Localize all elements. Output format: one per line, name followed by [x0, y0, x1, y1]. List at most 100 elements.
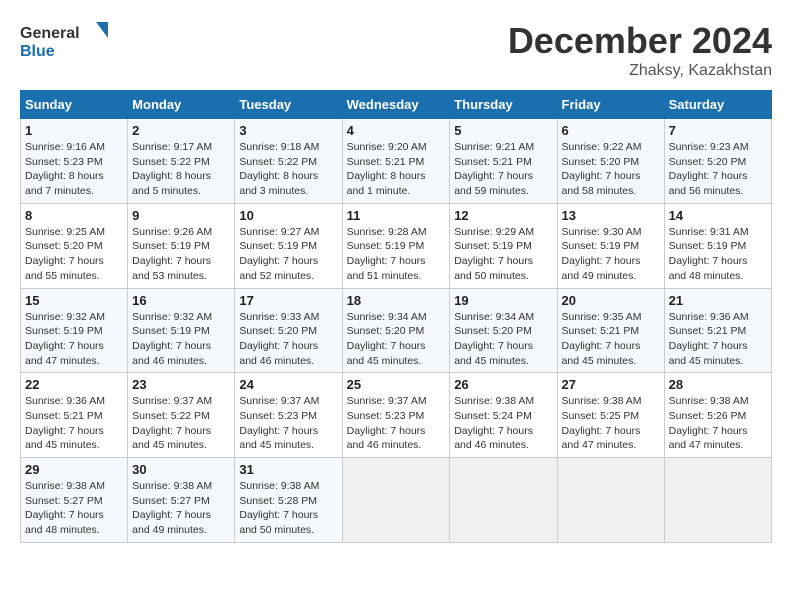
day-info: Sunrise: 9:26 AM Sunset: 5:19 PM Dayligh… [132, 225, 230, 284]
calendar-week-3: 15 Sunrise: 9:32 AM Sunset: 5:19 PM Dayl… [21, 288, 772, 373]
day-number: 5 [454, 123, 552, 138]
day-info: Sunrise: 9:38 AM Sunset: 5:27 PM Dayligh… [132, 479, 230, 538]
day-info: Sunrise: 9:38 AM Sunset: 5:28 PM Dayligh… [239, 479, 337, 538]
calendar-cell: 22 Sunrise: 9:36 AM Sunset: 5:21 PM Dayl… [21, 373, 128, 458]
calendar-cell: 13 Sunrise: 9:30 AM Sunset: 5:19 PM Dayl… [557, 203, 664, 288]
calendar-cell: 19 Sunrise: 9:34 AM Sunset: 5:20 PM Dayl… [450, 288, 557, 373]
day-number: 27 [562, 377, 660, 392]
calendar-week-4: 22 Sunrise: 9:36 AM Sunset: 5:21 PM Dayl… [21, 373, 772, 458]
calendar-cell: 28 Sunrise: 9:38 AM Sunset: 5:26 PM Dayl… [664, 373, 771, 458]
day-info: Sunrise: 9:38 AM Sunset: 5:25 PM Dayligh… [562, 394, 660, 453]
calendar-cell: 21 Sunrise: 9:36 AM Sunset: 5:21 PM Dayl… [664, 288, 771, 373]
day-info: Sunrise: 9:20 AM Sunset: 5:21 PM Dayligh… [347, 140, 446, 199]
day-number: 18 [347, 293, 446, 308]
day-info: Sunrise: 9:38 AM Sunset: 5:26 PM Dayligh… [669, 394, 767, 453]
calendar-cell: 26 Sunrise: 9:38 AM Sunset: 5:24 PM Dayl… [450, 373, 557, 458]
day-number: 25 [347, 377, 446, 392]
calendar-cell: 23 Sunrise: 9:37 AM Sunset: 5:22 PM Dayl… [128, 373, 235, 458]
calendar-cell [664, 458, 771, 543]
day-info: Sunrise: 9:29 AM Sunset: 5:19 PM Dayligh… [454, 225, 552, 284]
calendar-cell: 20 Sunrise: 9:35 AM Sunset: 5:21 PM Dayl… [557, 288, 664, 373]
day-info: Sunrise: 9:22 AM Sunset: 5:20 PM Dayligh… [562, 140, 660, 199]
day-info: Sunrise: 9:17 AM Sunset: 5:22 PM Dayligh… [132, 140, 230, 199]
day-number: 11 [347, 208, 446, 223]
day-info: Sunrise: 9:21 AM Sunset: 5:21 PM Dayligh… [454, 140, 552, 199]
day-number: 12 [454, 208, 552, 223]
calendar-week-1: 1 Sunrise: 9:16 AM Sunset: 5:23 PM Dayli… [21, 119, 772, 204]
day-number: 19 [454, 293, 552, 308]
title-block: December 2024 Zhaksy, Kazakhstan [508, 20, 772, 80]
calendar-cell [342, 458, 450, 543]
day-info: Sunrise: 9:16 AM Sunset: 5:23 PM Dayligh… [25, 140, 123, 199]
calendar-week-5: 29 Sunrise: 9:38 AM Sunset: 5:27 PM Dayl… [21, 458, 772, 543]
day-number: 3 [239, 123, 337, 138]
weekday-header-thursday: Thursday [450, 91, 557, 119]
day-number: 1 [25, 123, 123, 138]
calendar-cell: 30 Sunrise: 9:38 AM Sunset: 5:27 PM Dayl… [128, 458, 235, 543]
calendar-cell: 11 Sunrise: 9:28 AM Sunset: 5:19 PM Dayl… [342, 203, 450, 288]
day-info: Sunrise: 9:25 AM Sunset: 5:20 PM Dayligh… [25, 225, 123, 284]
calendar-cell: 27 Sunrise: 9:38 AM Sunset: 5:25 PM Dayl… [557, 373, 664, 458]
day-number: 20 [562, 293, 660, 308]
weekday-header-tuesday: Tuesday [235, 91, 342, 119]
location: Zhaksy, Kazakhstan [508, 62, 772, 80]
calendar-cell: 1 Sunrise: 9:16 AM Sunset: 5:23 PM Dayli… [21, 119, 128, 204]
day-info: Sunrise: 9:36 AM Sunset: 5:21 PM Dayligh… [669, 310, 767, 369]
day-number: 4 [347, 123, 446, 138]
calendar-cell: 14 Sunrise: 9:31 AM Sunset: 5:19 PM Dayl… [664, 203, 771, 288]
day-info: Sunrise: 9:32 AM Sunset: 5:19 PM Dayligh… [132, 310, 230, 369]
day-number: 2 [132, 123, 230, 138]
day-number: 10 [239, 208, 337, 223]
day-number: 13 [562, 208, 660, 223]
day-number: 26 [454, 377, 552, 392]
calendar-cell: 29 Sunrise: 9:38 AM Sunset: 5:27 PM Dayl… [21, 458, 128, 543]
day-number: 31 [239, 462, 337, 477]
day-number: 9 [132, 208, 230, 223]
weekday-header-friday: Friday [557, 91, 664, 119]
calendar-cell: 2 Sunrise: 9:17 AM Sunset: 5:22 PM Dayli… [128, 119, 235, 204]
day-info: Sunrise: 9:34 AM Sunset: 5:20 PM Dayligh… [454, 310, 552, 369]
calendar-cell: 17 Sunrise: 9:33 AM Sunset: 5:20 PM Dayl… [235, 288, 342, 373]
day-number: 30 [132, 462, 230, 477]
calendar-cell: 8 Sunrise: 9:25 AM Sunset: 5:20 PM Dayli… [21, 203, 128, 288]
month-title: December 2024 [508, 20, 772, 62]
day-info: Sunrise: 9:28 AM Sunset: 5:19 PM Dayligh… [347, 225, 446, 284]
day-number: 21 [669, 293, 767, 308]
day-info: Sunrise: 9:38 AM Sunset: 5:27 PM Dayligh… [25, 479, 123, 538]
calendar-cell: 6 Sunrise: 9:22 AM Sunset: 5:20 PM Dayli… [557, 119, 664, 204]
calendar-cell: 10 Sunrise: 9:27 AM Sunset: 5:19 PM Dayl… [235, 203, 342, 288]
logo-svg: General Blue [20, 20, 110, 62]
calendar-cell: 18 Sunrise: 9:34 AM Sunset: 5:20 PM Dayl… [342, 288, 450, 373]
logo: General Blue [20, 20, 110, 62]
page-header: General Blue December 2024 Zhaksy, Kazak… [20, 20, 772, 80]
day-info: Sunrise: 9:38 AM Sunset: 5:24 PM Dayligh… [454, 394, 552, 453]
day-info: Sunrise: 9:31 AM Sunset: 5:19 PM Dayligh… [669, 225, 767, 284]
calendar-table: SundayMondayTuesdayWednesdayThursdayFrid… [20, 90, 772, 543]
day-number: 15 [25, 293, 123, 308]
day-number: 17 [239, 293, 337, 308]
day-info: Sunrise: 9:37 AM Sunset: 5:23 PM Dayligh… [347, 394, 446, 453]
day-number: 8 [25, 208, 123, 223]
svg-text:General: General [20, 25, 80, 42]
day-number: 22 [25, 377, 123, 392]
day-info: Sunrise: 9:32 AM Sunset: 5:19 PM Dayligh… [25, 310, 123, 369]
day-info: Sunrise: 9:33 AM Sunset: 5:20 PM Dayligh… [239, 310, 337, 369]
weekday-header-saturday: Saturday [664, 91, 771, 119]
calendar-cell: 5 Sunrise: 9:21 AM Sunset: 5:21 PM Dayli… [450, 119, 557, 204]
calendar-week-2: 8 Sunrise: 9:25 AM Sunset: 5:20 PM Dayli… [21, 203, 772, 288]
day-number: 24 [239, 377, 337, 392]
calendar-cell [450, 458, 557, 543]
calendar-cell: 16 Sunrise: 9:32 AM Sunset: 5:19 PM Dayl… [128, 288, 235, 373]
calendar-cell: 15 Sunrise: 9:32 AM Sunset: 5:19 PM Dayl… [21, 288, 128, 373]
weekday-header-monday: Monday [128, 91, 235, 119]
day-number: 14 [669, 208, 767, 223]
day-number: 23 [132, 377, 230, 392]
day-number: 16 [132, 293, 230, 308]
calendar-cell: 7 Sunrise: 9:23 AM Sunset: 5:20 PM Dayli… [664, 119, 771, 204]
calendar-cell: 24 Sunrise: 9:37 AM Sunset: 5:23 PM Dayl… [235, 373, 342, 458]
day-number: 7 [669, 123, 767, 138]
weekday-header-wednesday: Wednesday [342, 91, 450, 119]
calendar-cell: 25 Sunrise: 9:37 AM Sunset: 5:23 PM Dayl… [342, 373, 450, 458]
calendar-cell: 9 Sunrise: 9:26 AM Sunset: 5:19 PM Dayli… [128, 203, 235, 288]
weekday-header-sunday: Sunday [21, 91, 128, 119]
